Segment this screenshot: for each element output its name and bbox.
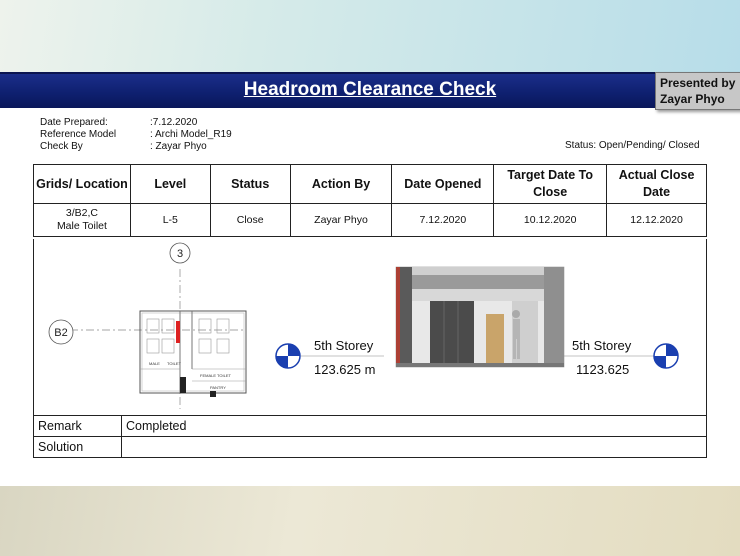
background-bottom <box>0 486 740 556</box>
cell-action-by: Zayar Phyo <box>289 203 393 237</box>
drawing-canvas: 3 B2 MALE TOILET FEMALE TOILET PANTRY 5t… <box>48 242 679 409</box>
presenter-box: Presented by Zayar Phyo <box>655 72 740 110</box>
header-actual-close: Actual Close Date <box>606 164 707 204</box>
highlight-wall <box>176 321 180 343</box>
drawing-frame: 3 B2 MALE TOILET FEMALE TOILET PANTRY 5t… <box>33 239 707 416</box>
header-target-date: Target Date To Close <box>493 164 608 204</box>
presenter-name: Zayar Phyo <box>660 92 725 106</box>
plan-label-male: MALE <box>149 361 160 366</box>
right-level-name: 5th Storey <box>572 338 632 353</box>
cell-actual-close: 12.12.2020 <box>606 203 707 237</box>
plan-column-2 <box>210 391 216 397</box>
level-marker-right <box>653 343 679 369</box>
header-date-opened: Date Opened <box>391 164 495 204</box>
table-row: 3/B2,C Male Toilet L-5 Close Zayar Phyo … <box>33 203 707 237</box>
header-level: Level <box>129 164 211 204</box>
remark-label: Remark <box>33 415 122 437</box>
reference-model-value: : Archi Model_R19 <box>150 129 232 140</box>
header-grids: Grids/ Location <box>33 164 131 204</box>
solution-value <box>121 436 707 458</box>
check-by-value: : Zayar Phyo <box>150 141 207 152</box>
cell-grids: 3/B2,C Male Toilet <box>33 203 131 237</box>
cell-target-date: 10.12.2020 <box>493 203 608 237</box>
date-prepared-value: :7.12.2020 <box>150 117 198 128</box>
plan-label-toilet: TOILET <box>167 361 181 366</box>
remark-row: Remark Completed <box>33 415 707 437</box>
reference-model-label: Reference Model <box>40 129 117 140</box>
cell-date-opened: 7.12.2020 <box>391 203 495 237</box>
grids-line2: Male Toilet <box>56 220 107 232</box>
title-bar: Headroom Clearance Check <box>0 72 740 108</box>
cell-level: L-5 <box>129 203 211 237</box>
plan-column <box>180 377 186 393</box>
background-top <box>0 0 740 72</box>
slide-page: Headroom Clearance Check Presented by Za… <box>0 72 740 486</box>
issue-table: Grids/ Location Level Status Action By D… <box>33 164 707 237</box>
grid-bubble-b2-label: B2 <box>54 327 67 339</box>
left-level-name: 5th Storey <box>314 338 374 353</box>
header-action-by: Action By <box>289 164 393 204</box>
remark-table: Remark Completed Solution <box>33 415 707 458</box>
check-by-label: Check By <box>40 141 83 152</box>
solution-label: Solution <box>33 436 122 458</box>
right-level-value: 1123.625 <box>576 362 629 377</box>
grid-bubble-3-label: 3 <box>177 248 183 260</box>
grid-bubble-b2: B2 <box>48 319 74 345</box>
grid-bubble-3: 3 <box>169 242 191 264</box>
status-legend: Status: Open/Pending/ Closed <box>565 140 700 151</box>
left-level-value: 123.625 m <box>314 362 375 377</box>
level-marker-left <box>275 343 301 369</box>
plan-label-female-toilet: FEMALE TOILET <box>200 373 232 378</box>
remark-value: Completed <box>121 415 707 437</box>
table-header-row: Grids/ Location Level Status Action By D… <box>33 164 707 204</box>
grids-line1: 3/B2,C <box>65 207 98 219</box>
page-title: Headroom Clearance Check <box>243 79 497 100</box>
plan-label-pantry: PANTRY <box>210 385 226 390</box>
header-status: Status <box>209 164 291 204</box>
floor-plan <box>139 310 247 394</box>
presenter-label: Presented by <box>660 76 736 90</box>
date-prepared-label: Date Prepared: <box>40 117 108 128</box>
cell-status: Close <box>209 203 291 237</box>
solution-row: Solution <box>33 436 707 458</box>
section-render <box>395 266 565 368</box>
